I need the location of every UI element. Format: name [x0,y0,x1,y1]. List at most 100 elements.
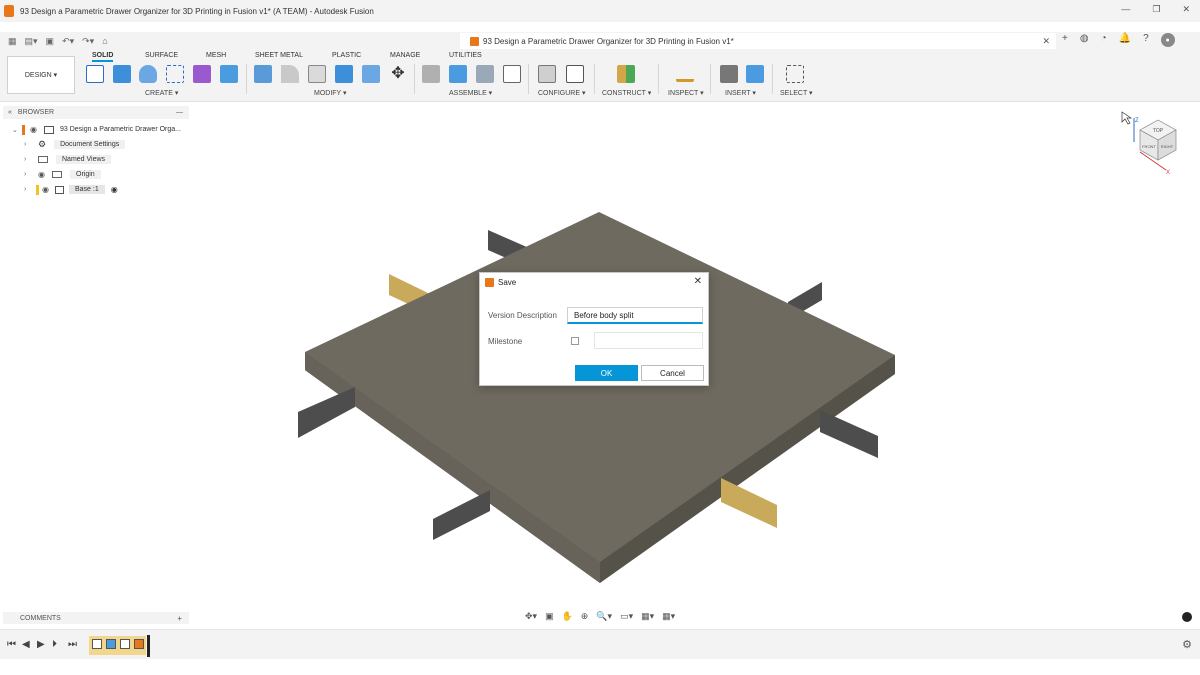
go-to-end-icon[interactable]: ⏭ [68,639,77,650]
timeline-sketch-icon[interactable] [120,639,130,649]
comments-panel-header[interactable]: COMMENTS + [3,612,189,624]
step-forward-icon[interactable]: ⏵ [52,639,57,650]
browser-item-document-settings[interactable]: › ⚙ Document Settings [24,138,126,151]
minimize-button[interactable]: — [1121,4,1130,15]
timeline-extrude-icon[interactable] [134,639,144,649]
offset-plane-icon[interactable] [617,65,635,83]
add-comment-icon[interactable]: + [177,614,182,623]
timeline-settings-gear-icon[interactable]: ⚙ [1182,638,1192,651]
chevron-right-icon[interactable]: › [24,156,32,163]
group-configure[interactable]: CONFIGURE ▾ [538,89,585,97]
notifications-icon[interactable]: 🔔 [1119,33,1131,47]
pan-icon[interactable]: ✋ [562,611,573,622]
version-description-input[interactable] [567,307,703,324]
eye-icon[interactable]: ◉ [42,185,52,194]
group-inspect[interactable]: INSPECT ▾ [668,89,704,97]
create-sketch-icon[interactable] [86,65,104,83]
close-icon[interactable]: ✕ [694,276,702,287]
form-icon[interactable] [193,65,211,83]
activate-radio-icon[interactable]: ◉ [111,185,118,194]
new-component-icon[interactable] [449,65,467,83]
group-insert[interactable]: INSERT ▾ [725,89,756,97]
combine-icon[interactable] [335,65,353,83]
save-icon[interactable]: ▣ [46,36,55,47]
tab-solid[interactable]: SOLID [92,52,114,62]
viewcube[interactable]: TOP FRONT RIGHT Z X [1120,108,1192,180]
undo-icon[interactable]: ↶▾ [62,36,74,47]
tab-mesh[interactable]: MESH [206,52,226,59]
extensions-icon[interactable]: ◍ [1080,33,1089,47]
orbit-icon[interactable]: ✥▾ [525,611,537,622]
tab-surface[interactable]: SURFACE [145,52,178,59]
construction-plane[interactable] [721,478,777,528]
timeline-marker[interactable] [147,635,150,657]
timeline-extrude-icon[interactable] [106,639,116,649]
zoom-icon[interactable]: 🔍▾ [596,611,612,622]
measure-icon[interactable] [676,70,694,82]
group-construct[interactable]: CONSTRUCT ▾ [602,89,651,97]
eye-icon[interactable]: ◉ [30,125,40,134]
insert-derive-icon[interactable] [720,65,738,83]
file-menu-icon[interactable]: ▤▾ [25,36,38,47]
browser-item-base[interactable]: › ◉ Base :1 ◉ [24,183,118,196]
help-icon[interactable]: ? [1143,33,1149,47]
browser-item-origin[interactable]: › ◉ Origin [24,168,101,181]
construction-plane[interactable] [433,490,490,540]
viewports-icon[interactable]: ▦▾ [662,611,675,622]
shell-icon[interactable] [308,65,326,83]
select-icon[interactable] [786,65,804,83]
revolve-icon[interactable] [139,65,157,83]
browser-minimize-icon[interactable]: — [176,109,183,116]
chevron-right-icon[interactable]: › [24,186,32,193]
insert-canvas-icon[interactable] [746,65,764,83]
configuration-table-icon[interactable] [566,65,584,83]
box-icon[interactable] [220,65,238,83]
milestone-name-field[interactable] [594,332,703,349]
as-built-joint-icon[interactable] [476,65,494,83]
close-window-button[interactable]: ✕ [1182,4,1190,15]
fillet-icon[interactable] [281,65,299,83]
chevron-right-icon[interactable]: › [24,171,32,178]
workspace-switcher[interactable]: DESIGN ▾ [7,56,75,94]
chevron-right-icon[interactable]: › [24,141,32,148]
group-create[interactable]: CREATE ▾ [145,89,178,97]
tab-sheet-metal[interactable]: SHEET METAL [255,52,303,59]
grid-settings-icon[interactable]: ▦▾ [641,611,654,622]
extrude-icon[interactable] [113,65,131,83]
go-to-start-icon[interactable]: ⏮ [7,639,16,650]
group-modify[interactable]: MODIFY ▾ [314,89,347,97]
document-tab[interactable]: 93 Design a Parametric Drawer Organizer … [460,33,1056,49]
browser-collapse-icon[interactable]: « [8,109,12,116]
base-body-top[interactable] [305,212,895,582]
parameters-table-icon[interactable] [503,65,521,83]
job-status-icon[interactable]: ◔ [1101,33,1107,47]
split-body-icon[interactable] [362,65,380,83]
browser-item-named-views[interactable]: › Named Views [24,153,112,166]
eye-icon[interactable]: ◉ [38,170,48,179]
chevron-down-icon[interactable]: ⌄ [12,126,20,134]
browser-item-root[interactable]: ⌄ ◉ 93 Design a Parametric Drawer Orga..… [12,123,181,136]
joint-icon[interactable] [422,65,440,83]
group-select[interactable]: SELECT ▾ [780,89,813,97]
marking-menu-icon[interactable] [1182,612,1192,622]
tab-manage[interactable]: MANAGE [390,52,420,59]
zoom-window-icon[interactable]: ⊕ [581,611,589,622]
new-tab-icon[interactable]: + [1062,33,1068,47]
configure-icon[interactable] [538,65,556,83]
avatar[interactable]: ● [1160,33,1175,47]
home-icon[interactable]: ⌂ [102,36,107,46]
milestone-checkbox[interactable] [571,337,579,345]
step-back-icon[interactable]: ◀ [22,639,30,650]
restore-button[interactable]: ❐ [1152,4,1160,15]
tab-plastic[interactable]: PLASTIC [332,52,361,59]
close-tab-icon[interactable]: ✕ [1042,36,1050,47]
sweep-icon[interactable] [166,65,184,83]
press-pull-icon[interactable] [254,65,272,83]
move-copy-icon[interactable]: ✥ [389,65,407,83]
display-settings-icon[interactable]: ▭▾ [620,611,633,622]
timeline-sketch-icon[interactable] [92,639,102,649]
redo-icon[interactable]: ↷▾ [82,36,94,47]
play-icon[interactable]: ▶ [37,639,45,650]
cancel-button[interactable]: Cancel [641,365,704,381]
ok-button[interactable]: OK [575,365,638,381]
